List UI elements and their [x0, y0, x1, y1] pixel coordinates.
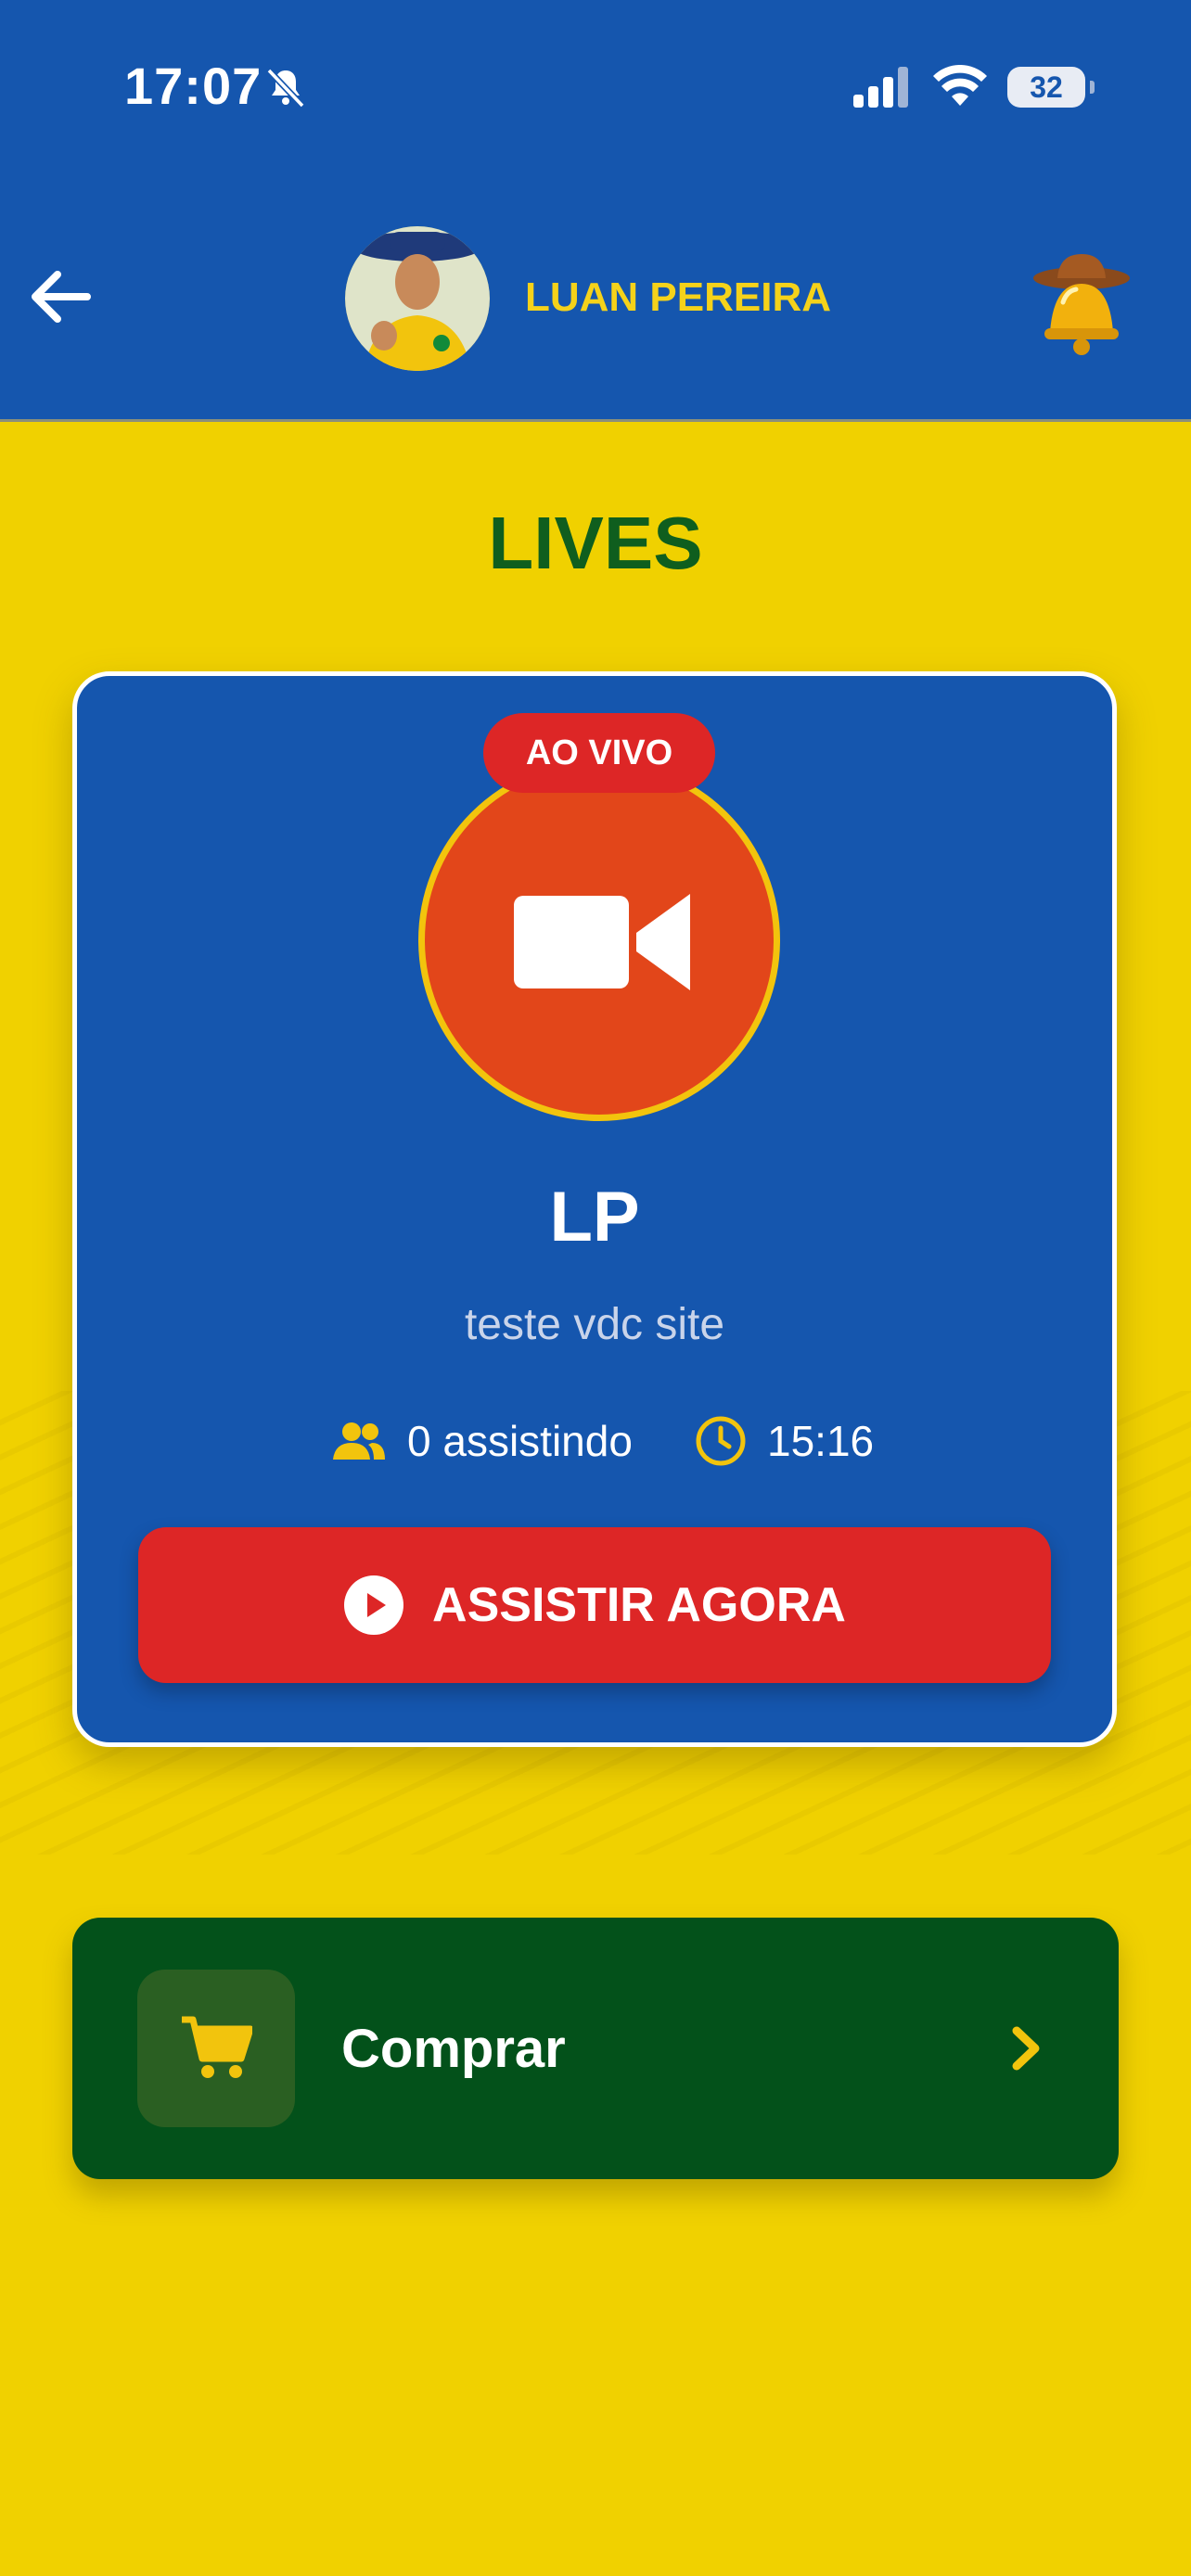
- viewer-count: 0 assistindo: [331, 1409, 633, 1473]
- cart-icon-box: [137, 1970, 295, 2127]
- buy-button[interactable]: Comprar: [72, 1918, 1119, 2179]
- watch-now-button[interactable]: ASSISTIR AGORA: [138, 1527, 1051, 1683]
- live-title: LP: [549, 1178, 640, 1256]
- live-time-text: 15:16: [767, 1417, 875, 1465]
- status-time: 17:07: [124, 57, 263, 115]
- live-time: 15:16: [695, 1409, 874, 1473]
- users-icon: [333, 1422, 385, 1460]
- avatar-image: [345, 226, 490, 371]
- bell-muted-icon: [266, 68, 305, 108]
- watch-now-label: ASSISTIR AGORA: [432, 1578, 846, 1632]
- avatar[interactable]: [345, 226, 490, 371]
- back-arrow-icon[interactable]: [22, 260, 96, 334]
- live-thumbnail[interactable]: [418, 759, 780, 1121]
- buy-label: Comprar: [341, 2019, 566, 2079]
- cart-icon: [182, 2016, 252, 2078]
- viewer-count-text: 0 assistindo: [407, 1417, 633, 1465]
- live-badge: AO VIVO: [483, 713, 715, 793]
- profile-name[interactable]: LUAN PEREIRA: [525, 274, 831, 321]
- video-camera-icon: [514, 894, 690, 990]
- top-header: 17:07 32 LUAN PEREIRA: [0, 0, 1191, 422]
- live-subtitle: teste vdc site: [464, 1300, 725, 1349]
- cowboy-bell-icon[interactable]: [1030, 247, 1133, 358]
- page-title: LIVES: [488, 502, 703, 584]
- cellular-signal-icon: [853, 67, 908, 108]
- clock-icon: [696, 1416, 746, 1466]
- play-circle-icon: [344, 1575, 404, 1635]
- wifi-icon: [933, 65, 987, 106]
- live-card[interactable]: AO VIVO LP teste vdc site 0 assistindo 1…: [72, 671, 1117, 1747]
- battery-indicator: 32: [1007, 67, 1095, 108]
- chevron-right-icon: [1012, 2026, 1040, 2071]
